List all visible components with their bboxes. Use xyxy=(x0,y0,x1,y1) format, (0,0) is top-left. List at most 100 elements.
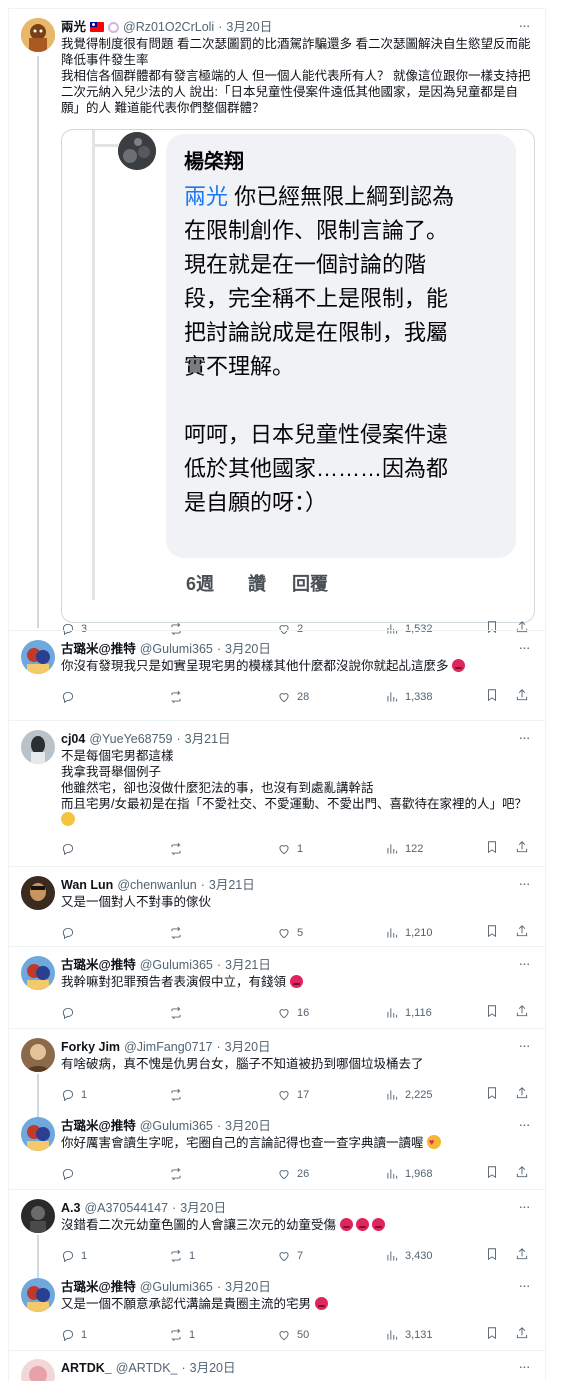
more-options-icon[interactable]: ··· xyxy=(515,1278,533,1296)
bookmark-button[interactable] xyxy=(485,1004,499,1021)
handle[interactable]: @JimFang0717 xyxy=(124,1038,212,1056)
bookmark-button[interactable] xyxy=(485,924,499,941)
timestamp[interactable]: 3月20日 xyxy=(226,18,272,36)
like-button[interactable]: 16 xyxy=(277,1004,309,1022)
display-name[interactable]: Forky Jim xyxy=(61,1038,120,1056)
repost-button[interactable] xyxy=(169,1165,189,1183)
handle[interactable]: @YueYe68759 xyxy=(89,730,172,748)
repost-button[interactable] xyxy=(169,924,189,942)
share-button[interactable] xyxy=(515,1165,529,1182)
views-button[interactable]: 3,131 xyxy=(385,1326,433,1344)
views-button[interactable]: 122 xyxy=(385,840,423,858)
timestamp[interactable]: 3月20日 xyxy=(180,1199,226,1217)
display-name[interactable]: 古璐米@推特 xyxy=(61,1278,136,1296)
timestamp[interactable]: 3月21日 xyxy=(209,876,255,894)
share-button[interactable] xyxy=(515,1326,529,1343)
handle[interactable]: @Gulumi365 xyxy=(140,640,213,658)
tweet[interactable]: 古璐米@推特 @Gulumi365 · 3月20日 ··· 又是一個不願意承認代溝論是貴圈… xyxy=(9,1278,545,1348)
timestamp[interactable]: 3月21日 xyxy=(225,956,271,974)
repost-button[interactable]: 1 xyxy=(169,1247,195,1265)
display-name[interactable]: A.3 xyxy=(61,1199,80,1217)
more-options-icon[interactable]: ··· xyxy=(515,1359,533,1377)
avatar[interactable] xyxy=(21,1278,55,1312)
tweet[interactable]: cj04 @YueYe68759 · 3月21日 ··· 不是每個宅男都這樣 我拿我哥舉個例… xyxy=(9,730,545,862)
timestamp[interactable]: 3月20日 xyxy=(225,1117,271,1135)
like-button[interactable]: 50 xyxy=(277,1326,309,1344)
tweet[interactable]: 古璐米@推特 @Gulumi365 · 3月21日 ··· 我幹嘛對犯罪預告者表演假中立，… xyxy=(9,956,545,1026)
bookmark-button[interactable] xyxy=(485,1247,499,1264)
views-button[interactable]: 1,116 xyxy=(385,1004,432,1022)
display-name[interactable]: 古璐米@推特 xyxy=(61,1117,136,1135)
views-button[interactable]: 1,532 xyxy=(385,620,433,638)
handle[interactable]: @Gulumi365 xyxy=(140,1278,213,1296)
timestamp[interactable]: 3月20日 xyxy=(190,1359,236,1377)
handle[interactable]: @A370544147 xyxy=(84,1199,168,1217)
handle[interactable]: @Rz01O2CrLoli xyxy=(123,18,214,36)
tweet[interactable]: 古璐米@推特 @Gulumi365 · 3月20日 ··· 你好厲害會讀生字呢，宅圈自己的… xyxy=(9,1117,545,1187)
reply-button[interactable] xyxy=(61,840,81,858)
repost-button[interactable] xyxy=(169,1004,189,1022)
timestamp[interactable]: 3月20日 xyxy=(225,640,271,658)
like-button[interactable]: 17 xyxy=(277,1086,309,1104)
share-button[interactable] xyxy=(515,840,529,857)
handle[interactable]: @ARTDK_ xyxy=(116,1359,178,1377)
display-name[interactable]: ARTDK_ xyxy=(61,1359,112,1377)
display-name[interactable]: cj04 xyxy=(61,730,85,748)
share-button[interactable] xyxy=(515,688,529,705)
more-options-icon[interactable]: ··· xyxy=(515,18,533,36)
views-button[interactable]: 1,968 xyxy=(385,1165,433,1183)
repost-button[interactable] xyxy=(169,1086,189,1104)
reply-button[interactable] xyxy=(61,688,81,706)
reply-button[interactable] xyxy=(61,1165,81,1183)
reply-button[interactable] xyxy=(61,924,81,942)
reply-button[interactable]: 1 xyxy=(61,1247,87,1265)
more-options-icon[interactable]: ··· xyxy=(515,640,533,658)
display-name[interactable]: Wan Lun xyxy=(61,876,113,894)
bookmark-button[interactable] xyxy=(485,1165,499,1182)
more-options-icon[interactable]: ··· xyxy=(515,730,533,748)
bookmark-button[interactable] xyxy=(485,840,499,857)
more-options-icon[interactable]: ··· xyxy=(515,1117,533,1135)
tweet[interactable]: Forky Jim @JimFang0717 · 3月20日 ··· 有啥破病，真不愧是仇… xyxy=(9,1038,545,1126)
tweet[interactable]: 古璐米@推特 @Gulumi365 · 3月20日 ··· 你沒有發現我只是如實呈現宅男的… xyxy=(9,640,545,710)
more-options-icon[interactable]: ··· xyxy=(515,956,533,974)
repost-button[interactable] xyxy=(169,620,189,638)
avatar[interactable] xyxy=(21,640,55,674)
like-button[interactable]: 7 xyxy=(277,1247,303,1265)
handle[interactable]: @chenwanlun xyxy=(117,876,196,894)
timestamp[interactable]: 3月20日 xyxy=(225,1278,271,1296)
repost-button[interactable]: 1 xyxy=(169,1326,195,1344)
bookmark-button[interactable] xyxy=(485,1326,499,1343)
share-button[interactable] xyxy=(515,1004,529,1021)
like-button[interactable]: 1 xyxy=(277,840,303,858)
avatar[interactable] xyxy=(21,1359,55,1381)
avatar[interactable] xyxy=(21,1117,55,1151)
more-options-icon[interactable]: ··· xyxy=(515,876,533,894)
share-button[interactable] xyxy=(515,620,529,637)
reply-button[interactable]: 1 xyxy=(61,1086,87,1104)
repost-button[interactable] xyxy=(169,840,189,858)
avatar[interactable] xyxy=(21,1038,55,1072)
avatar[interactable] xyxy=(21,956,55,990)
tweet[interactable]: Wan Lun @chenwanlun · 3月21日 ··· 又是一個對人不對事的傢伙 5… xyxy=(9,876,545,946)
tweet[interactable]: ARTDK_ @ARTDK_ · 3月20日 ··· xyxy=(9,1359,545,1381)
bookmark-button[interactable] xyxy=(485,688,499,705)
display-name[interactable]: 古璐米@推特 xyxy=(61,640,136,658)
display-name[interactable]: 古璐米@推特 xyxy=(61,956,136,974)
reply-button[interactable]: 1 xyxy=(61,1326,87,1344)
avatar[interactable] xyxy=(21,18,55,52)
reply-button[interactable]: 3 xyxy=(61,620,87,638)
share-button[interactable] xyxy=(515,924,529,941)
more-options-icon[interactable]: ··· xyxy=(515,1038,533,1056)
reply-button[interactable] xyxy=(61,1004,81,1022)
timestamp[interactable]: 3月21日 xyxy=(185,730,231,748)
share-button[interactable] xyxy=(515,1086,529,1103)
bookmark-button[interactable] xyxy=(485,1086,499,1103)
views-button[interactable]: 2,225 xyxy=(385,1086,433,1104)
repost-button[interactable] xyxy=(169,688,189,706)
timestamp[interactable]: 3月20日 xyxy=(225,1038,271,1056)
share-button[interactable] xyxy=(515,1247,529,1264)
handle[interactable]: @Gulumi365 xyxy=(140,1117,213,1135)
like-button[interactable]: 2 xyxy=(277,620,303,638)
avatar[interactable] xyxy=(21,1199,55,1233)
